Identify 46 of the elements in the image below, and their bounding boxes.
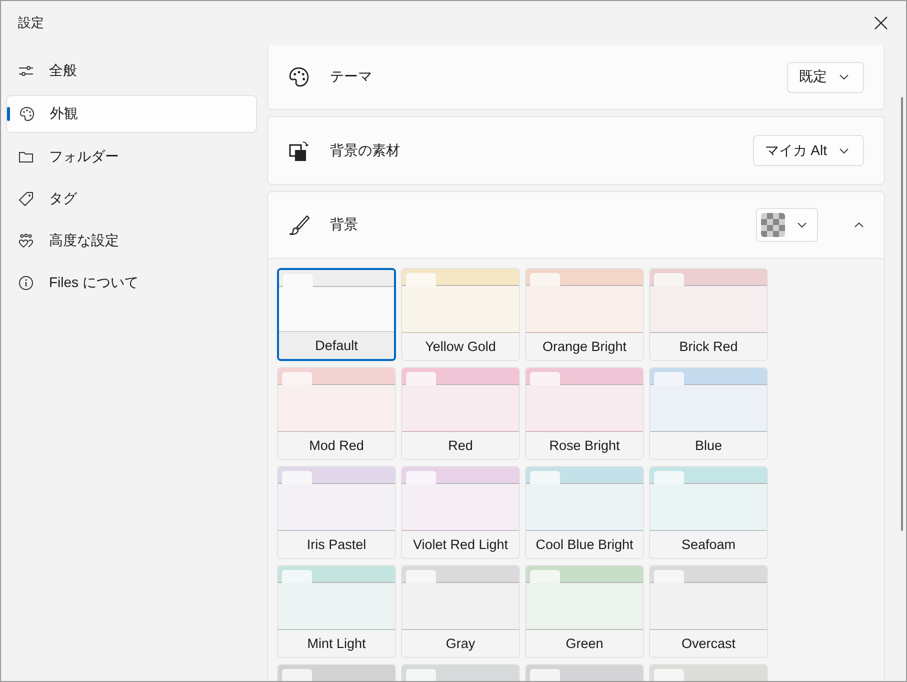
setting-label: 背景の素材 (330, 142, 401, 160)
chevron-down-icon (839, 148, 849, 154)
sidebar-item[interactable]: タグ (6, 181, 257, 217)
background-tile[interactable]: Mod Red (277, 367, 396, 460)
folder-icon (18, 149, 34, 165)
background-tile[interactable]: Iris Pastel (277, 466, 396, 559)
info-icon (18, 275, 34, 291)
scrollbar-thumb[interactable] (901, 97, 903, 531)
background-tile[interactable]: Orange Bright (525, 268, 644, 361)
background-tile[interactable]: Blue (649, 367, 768, 460)
background-tile[interactable]: Brick Red (649, 268, 768, 361)
palette-icon (288, 66, 310, 88)
swatch-dropdown[interactable] (756, 208, 818, 242)
dropdown[interactable]: マイカ Alt (752, 135, 864, 166)
sidebar-item[interactable]: 高度な設定 (6, 223, 257, 259)
sidebar-item[interactable]: 外観 (6, 95, 257, 133)
sidebar-item[interactable]: 全般 (6, 53, 257, 89)
background-tile[interactable]: Cool Blue Bright (525, 466, 644, 559)
background-tile[interactable]: Violet Red Light (401, 466, 520, 559)
layers-icon (288, 140, 310, 162)
tag-icon (18, 191, 34, 207)
background-tile[interactable]: Mint Light (277, 565, 396, 658)
background-tile[interactable]: Rose Bright (525, 367, 644, 460)
background-tile[interactable]: Yellow Gold (401, 268, 520, 361)
window-title: 設定 (18, 14, 44, 32)
background-tile[interactable]: Default (277, 268, 396, 361)
hearts-icon (18, 233, 34, 249)
chevron-down-icon (839, 74, 849, 80)
tile-label: Default (279, 332, 394, 359)
chevron-down-icon (797, 222, 807, 228)
setting-label: 背景 (330, 216, 359, 234)
background-tile[interactable]: Overcast (649, 565, 768, 658)
sidebar-item[interactable]: フォルダー (6, 139, 257, 175)
chevron-up-icon (854, 222, 864, 228)
background-tile[interactable]: Seafoam (649, 466, 768, 559)
palette-icon (19, 106, 35, 122)
background-tile[interactable]: Green (525, 565, 644, 658)
checkerboard-icon (761, 213, 785, 237)
dropdown[interactable]: 既定 (787, 62, 864, 92)
close-icon[interactable] (874, 16, 888, 30)
sidebar-item[interactable]: Files について (6, 265, 257, 301)
sliders-icon (18, 63, 34, 79)
background-tile[interactable]: Red (401, 367, 520, 460)
brush-icon (288, 214, 310, 236)
background-tile[interactable]: Gray (401, 565, 520, 658)
setting-label: テーマ (330, 68, 373, 86)
